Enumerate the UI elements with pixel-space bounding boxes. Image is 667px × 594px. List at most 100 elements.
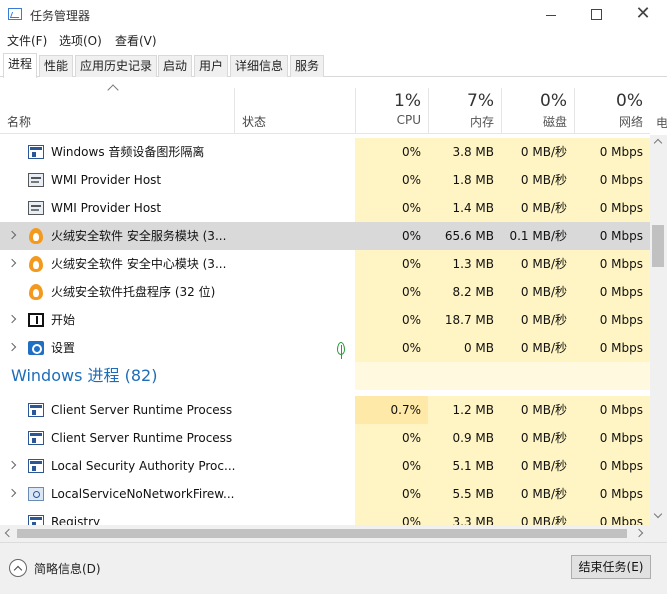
cpu-value: 0% xyxy=(355,334,428,362)
end-task-button[interactable]: 结束任务(E) xyxy=(571,555,651,579)
cpu-value: 0% xyxy=(355,424,428,452)
suspended-leaf-icon xyxy=(337,342,345,359)
process-row[interactable]: 火绒安全软件托盘程序 (32 位) 0% 8.2 MB 0 MB/秒 0 Mbps xyxy=(0,278,650,306)
window-icon xyxy=(28,403,44,417)
close-icon: ✕ xyxy=(635,3,651,24)
disk-value: 0 MB/秒 xyxy=(501,250,574,278)
minimize-icon xyxy=(546,15,556,16)
column-network[interactable]: 0% 网络 xyxy=(574,88,650,134)
menu-options[interactable]: 选项(O) xyxy=(59,32,102,49)
task-manager-icon xyxy=(8,8,22,20)
scrollbar-corner xyxy=(650,525,667,542)
maximize-icon xyxy=(591,9,602,20)
process-name: LocalServiceNoNetworkFirew... xyxy=(51,487,235,501)
process-name: 火绒安全软件 安全中心模块 (3... xyxy=(51,257,227,271)
process-row[interactable]: Local Security Authority Proc... 0% 5.1 MB… xyxy=(0,452,650,480)
network-value: 0 Mbps xyxy=(574,452,650,480)
memory-total: 7% xyxy=(467,91,494,111)
column-disk[interactable]: 0% 磁盘 xyxy=(501,88,574,134)
tab-details[interactable]: 详细信息 xyxy=(230,55,289,77)
menu-file[interactable]: 文件(F) xyxy=(7,32,47,49)
huorong-icon xyxy=(29,284,43,300)
collapse-up-icon[interactable] xyxy=(9,559,27,577)
task-manager-window: 任务管理器 ✕ 文件(F) 选项(O) 查看(V) 进程 性能 应用历史记录 启… xyxy=(0,0,667,594)
disk-value: 0 MB/秒 xyxy=(501,278,574,306)
vertical-scrollbar[interactable] xyxy=(650,135,667,525)
wmi-icon xyxy=(28,201,44,215)
window-icon xyxy=(28,515,44,525)
group-heat-cell xyxy=(574,362,650,390)
process-row[interactable]: Client Server Runtime Process 0.7% 1.2 MB 0… xyxy=(0,396,650,424)
column-name[interactable]: 名称 xyxy=(7,113,31,130)
tab-processes[interactable]: 进程 xyxy=(3,53,38,78)
process-name: WMI Provider Host xyxy=(51,173,162,187)
cpu-value: 0% xyxy=(355,306,428,334)
horizontal-scroll-thumb[interactable] xyxy=(17,529,627,538)
minimize-button[interactable] xyxy=(528,0,574,30)
tab-services[interactable]: 服务 xyxy=(290,55,325,77)
process-name: Local Security Authority Proc... xyxy=(51,459,236,473)
process-row[interactable]: WMI Provider Host 0% 1.4 MB 0 MB/秒 0 Mbps xyxy=(0,194,650,222)
disk-value: 0 MB/秒 xyxy=(501,334,574,362)
process-name: Registry xyxy=(51,515,101,525)
process-row[interactable]: Windows 音频设备图形隔离 0% 3.8 MB 0 MB/秒 0 Mbps xyxy=(0,138,650,166)
network-value: 0 Mbps xyxy=(574,396,650,424)
process-row[interactable]: WMI Provider Host 0% 1.8 MB 0 MB/秒 0 Mbps xyxy=(0,166,650,194)
fewer-details-link[interactable]: 简略信息(D) xyxy=(34,560,101,577)
memory-value: 0 MB xyxy=(428,334,501,362)
cpu-value: 0% xyxy=(355,508,428,525)
disk-value: 0 MB/秒 xyxy=(501,508,574,525)
group-title: Windows 进程 (82) xyxy=(11,366,158,385)
process-row[interactable]: Client Server Runtime Process 0% 0.9 MB 0 M… xyxy=(0,424,650,452)
process-name: Client Server Runtime Process xyxy=(51,403,233,417)
disk-value: 0.1 MB/秒 xyxy=(501,222,574,250)
memory-value: 18.7 MB xyxy=(428,306,501,334)
process-row[interactable]: 设置 0% 0 MB 0 MB/秒 0 Mbps xyxy=(0,334,650,362)
network-value: 0 Mbps xyxy=(574,222,650,250)
wmi-icon xyxy=(28,173,44,187)
process-row[interactable]: 开始 0% 18.7 MB 0 MB/秒 0 Mbps xyxy=(0,306,650,334)
memory-value: 1.3 MB xyxy=(428,250,501,278)
process-list: Windows 音频设备图形隔离 0% 3.8 MB 0 MB/秒 0 Mbps WMI … xyxy=(0,135,650,525)
process-row[interactable]: Registry 0% 3.3 MB 0 MB/秒 0 Mbps xyxy=(0,508,650,525)
disk-value: 0 MB/秒 xyxy=(501,194,574,222)
column-power-partial[interactable]: 电 xyxy=(656,114,667,131)
process-row[interactable]: 火绒安全软件 安全服务模块 (3... 0% 65.6 MB 0.1 MB/秒 0 Mb… xyxy=(0,222,650,250)
close-button[interactable]: ✕ xyxy=(620,0,666,30)
huorong-icon xyxy=(29,256,43,272)
process-name: 火绒安全软件 安全服务模块 (3... xyxy=(51,229,227,243)
maximize-button[interactable] xyxy=(574,0,620,30)
tab-startup[interactable]: 启动 xyxy=(158,55,193,77)
network-label: 网络 xyxy=(618,115,643,129)
sort-ascending-icon xyxy=(107,84,119,96)
column-cpu[interactable]: 1% CPU xyxy=(355,88,428,134)
disk-value: 0 MB/秒 xyxy=(501,138,574,166)
cpu-value: 0% xyxy=(355,222,428,250)
column-status-cell[interactable]: 状态 xyxy=(234,88,355,134)
window-title: 任务管理器 xyxy=(30,9,91,23)
process-row[interactable]: 火绒安全软件 安全中心模块 (3... 0% 1.3 MB 0 MB/秒 0 Mbps xyxy=(0,250,650,278)
menu-bar: 文件(F) 选项(O) 查看(V) xyxy=(0,30,667,50)
window-icon xyxy=(28,431,44,445)
tab-users[interactable]: 用户 xyxy=(194,55,229,77)
network-value: 0 Mbps xyxy=(574,508,650,525)
network-value: 0 Mbps xyxy=(574,166,650,194)
process-row[interactable]: LocalServiceNoNetworkFirew... 0% 5.5 MB 0 M… xyxy=(0,480,650,508)
disk-value: 0 MB/秒 xyxy=(501,452,574,480)
vertical-scroll-thumb[interactable] xyxy=(652,225,664,267)
start-icon xyxy=(28,313,44,327)
disk-value: 0 MB/秒 xyxy=(501,396,574,424)
group-header-row: Windows 进程 (82) xyxy=(0,362,650,390)
network-value: 0 Mbps xyxy=(574,306,650,334)
tab-app-history[interactable]: 应用历史记录 xyxy=(75,55,158,77)
memory-value: 8.2 MB xyxy=(428,278,501,306)
process-name: Client Server Runtime Process xyxy=(51,431,233,445)
column-memory[interactable]: 7% 内存 xyxy=(428,88,501,134)
network-value: 0 Mbps xyxy=(574,278,650,306)
tab-performance[interactable]: 性能 xyxy=(39,55,74,77)
disk-value: 0 MB/秒 xyxy=(501,306,574,334)
tab-bar: 进程 性能 应用历史记录 启动 用户 详细信息 服务 xyxy=(0,52,667,78)
cpu-value: 0% xyxy=(355,452,428,480)
menu-view[interactable]: 查看(V) xyxy=(115,32,157,49)
memory-value: 65.6 MB xyxy=(428,222,501,250)
